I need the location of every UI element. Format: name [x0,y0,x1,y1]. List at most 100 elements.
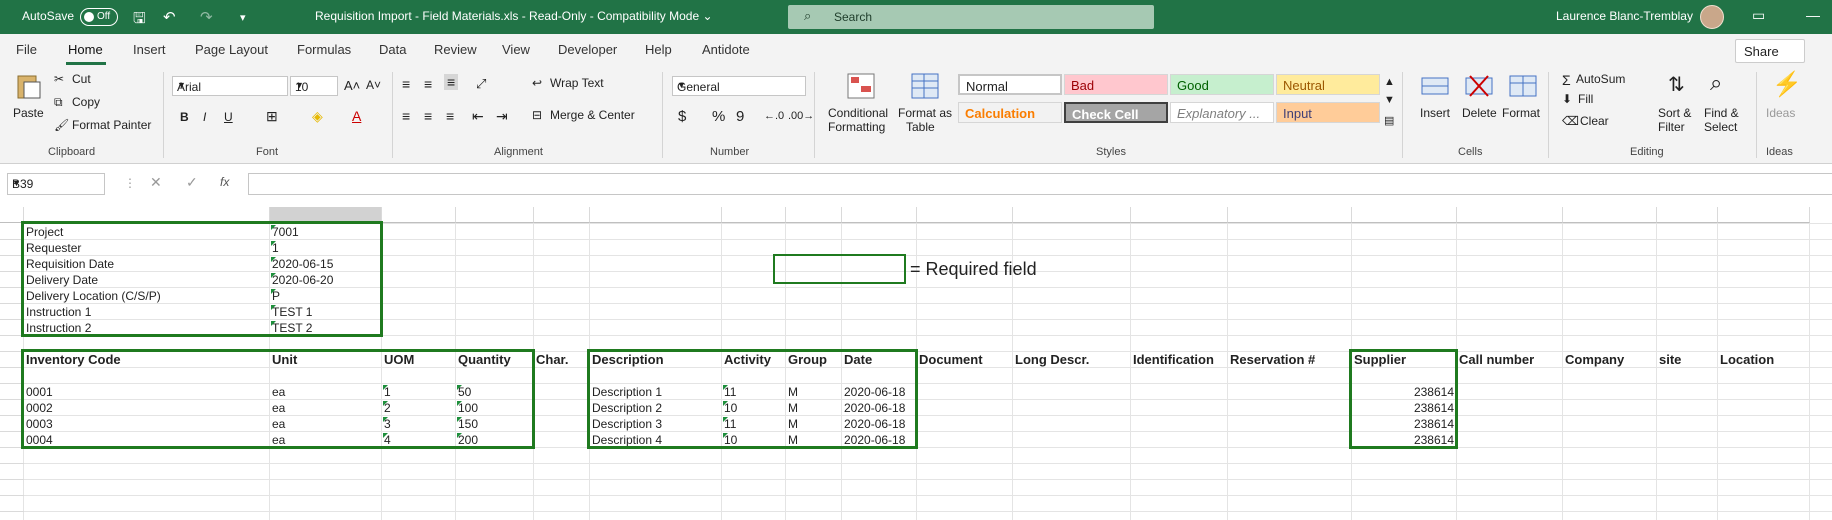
styles-more-icon[interactable]: ▤ [1384,114,1394,127]
merge-icon[interactable]: ⊟ [532,108,542,122]
sort-filter-button[interactable]: Sort & [1658,106,1691,120]
ribbon-display-icon[interactable]: ▭ [1752,7,1765,24]
paste-icon[interactable] [14,72,44,100]
wrap-text-button[interactable]: Wrap Text [550,76,604,90]
cell[interactable]: Location [1718,352,1810,368]
styles-scroll-down-icon[interactable]: ▼ [1384,94,1395,106]
autosave-toggle[interactable]: Off [80,8,118,26]
style-bad[interactable]: Bad [1064,74,1168,95]
tab-file[interactable]: File [16,42,37,57]
format-painter-icon[interactable]: 🖌 [54,118,69,132]
share-button[interactable]: Share [1735,39,1805,63]
column-header-g[interactable] [722,207,786,223]
tab-antidote[interactable]: Antidote [702,42,750,57]
increase-decimal-icon[interactable]: ←.0 [764,110,784,122]
column-header-c[interactable] [382,207,456,223]
column-header-e[interactable] [534,207,590,223]
increase-font-icon[interactable]: A˄ [344,78,360,93]
redo-icon[interactable]: ↷ [200,8,213,26]
style-neutral[interactable]: Neutral [1276,74,1380,95]
fill-button[interactable]: Fill [1578,92,1593,106]
ideas-button[interactable]: Ideas [1766,106,1795,120]
wrap-text-icon[interactable]: ↩ [532,76,542,90]
column-header-i[interactable] [842,207,917,223]
column-header-n[interactable] [1352,207,1457,223]
style-input[interactable]: Input [1276,102,1380,123]
row-header-15[interactable] [0,448,24,464]
align-left-icon[interactable]: ≡ [402,108,410,124]
decrease-indent-icon[interactable]: ⇤ [472,108,484,125]
number-format-select[interactable]: General ▼ [672,76,806,96]
comma-button[interactable]: 9 [736,108,744,125]
fill-icon[interactable]: ⬇ [1562,92,1572,106]
decrease-font-icon[interactable]: A˅ [366,78,381,92]
tab-help[interactable]: Help [645,42,672,57]
ideas-icon[interactable]: ⚡ [1772,70,1802,99]
align-middle-icon[interactable]: ≡ [424,76,432,92]
cell[interactable]: Identification [1131,352,1228,368]
style-check-cell[interactable]: Check Cell [1064,102,1168,123]
format-painter-button[interactable]: Format Painter [72,118,151,132]
document-title[interactable]: Requisition Import - Field Materials.xls… [315,9,713,23]
column-header-d[interactable] [456,207,534,223]
italic-button[interactable]: I [203,110,206,124]
underline-button[interactable]: U [224,110,233,124]
column-header-r[interactable] [1718,207,1810,223]
autosum-button[interactable]: AutoSum [1576,72,1625,86]
copy-button[interactable]: Copy [72,95,100,109]
cell[interactable]: Document [917,352,1013,368]
tab-formulas[interactable]: Formulas [297,42,351,57]
format-as-table-icon[interactable] [910,72,940,100]
borders-icon[interactable]: ⊞ [266,108,278,125]
increase-indent-icon[interactable]: ⇥ [496,108,508,125]
column-header-f[interactable] [590,207,722,223]
cell[interactable]: Call number [1457,352,1563,368]
cut-icon[interactable]: ✂ [54,72,64,86]
insert-button[interactable]: Insert [1420,106,1450,120]
percent-button[interactable]: % [712,108,725,125]
style-good[interactable]: Good [1170,74,1274,95]
row-header-16[interactable] [0,464,24,480]
font-color-icon[interactable]: A [352,108,361,124]
column-header-k[interactable] [1013,207,1131,223]
column-header-o[interactable] [1457,207,1563,223]
style-explanatory[interactable]: Explanatory ... [1170,102,1274,123]
cell[interactable]: Company [1563,352,1657,368]
save-icon[interactable]: 🖫 [133,8,146,33]
decrease-decimal-icon[interactable]: .00→ [788,110,814,122]
enter-icon[interactable]: ✓ [186,174,198,191]
clear-icon[interactable]: ⌫ [1562,114,1579,128]
row-header-18[interactable] [0,496,24,512]
autosum-icon[interactable]: Σ [1562,72,1571,88]
insert-function-button[interactable]: fx [220,175,229,189]
align-right-icon[interactable]: ≡ [446,108,454,124]
tab-view[interactable]: View [502,42,530,57]
minimize-icon[interactable]: — [1806,7,1820,23]
column-header-q[interactable] [1657,207,1718,223]
column-header-l[interactable] [1131,207,1228,223]
bold-button[interactable]: B [180,110,189,124]
format-cells-icon[interactable] [1508,72,1538,100]
column-header-p[interactable] [1563,207,1657,223]
formula-input[interactable] [248,173,1832,195]
cancel-icon[interactable]: ✕ [150,174,162,191]
merge-center-button[interactable]: Merge & Center [550,108,635,122]
copy-icon[interactable]: ⧉ [54,95,63,110]
column-header-h[interactable] [786,207,842,223]
font-name-select[interactable]: Arial ▼ [172,76,288,96]
search-box[interactable]: ⌕ Search [788,5,1154,29]
find-select-button[interactable]: Find & [1704,106,1739,120]
undo-icon[interactable]: ↶ [163,8,176,26]
customize-toolbar-icon[interactable]: ▾ [240,11,246,24]
tab-page-layout[interactable]: Page Layout [195,42,268,57]
clear-button[interactable]: Clear [1580,114,1609,128]
tab-data[interactable]: Data [379,42,406,57]
conditional-formatting-icon[interactable] [846,72,876,100]
tab-home[interactable]: Home [68,42,103,57]
format-as-table-button[interactable]: Format as [898,106,952,120]
style-normal[interactable]: Normal [958,74,1062,95]
avatar[interactable] [1700,5,1724,29]
column-header-j[interactable] [917,207,1013,223]
cell[interactable]: Char. [534,352,590,368]
tab-developer[interactable]: Developer [558,42,617,57]
